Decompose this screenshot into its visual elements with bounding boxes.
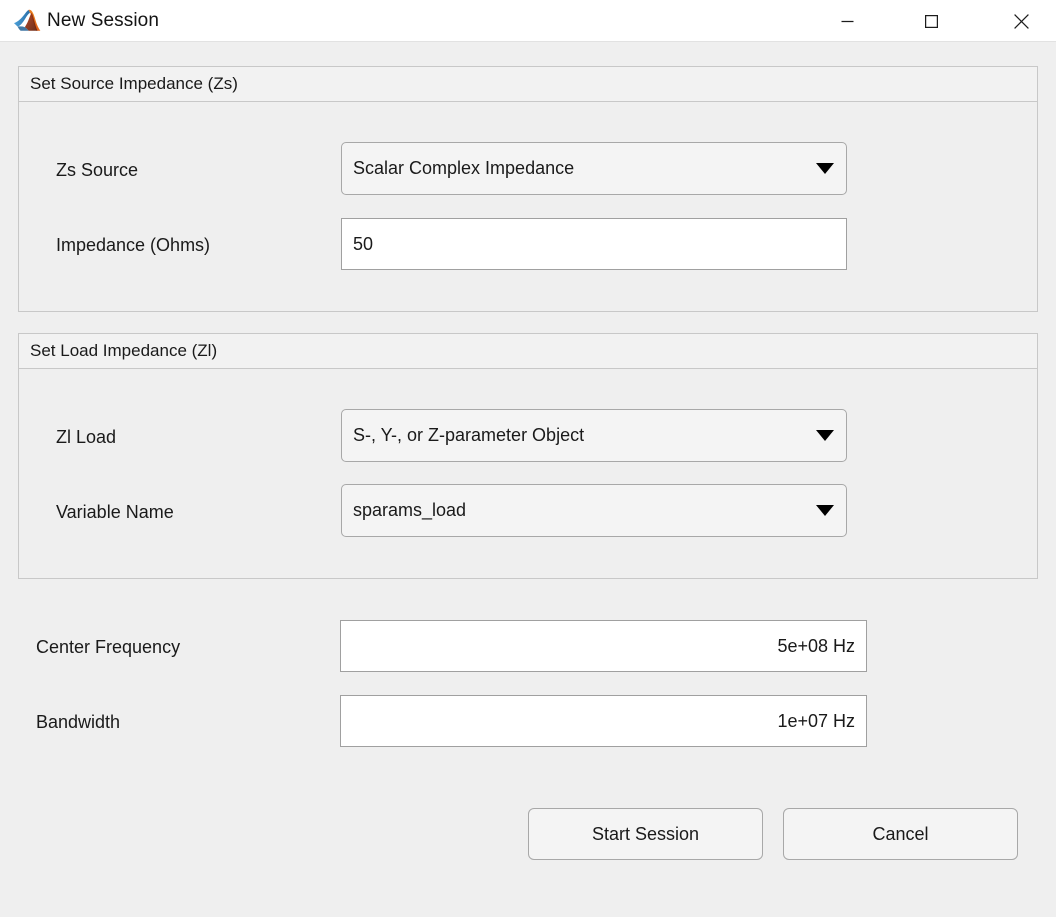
bandwidth-value: 1e+07 Hz (777, 711, 855, 732)
window-title: New Session (47, 10, 159, 32)
center-frequency-input[interactable]: 5e+08 Hz (340, 620, 867, 672)
start-session-button[interactable]: Start Session (528, 808, 763, 860)
chevron-down-icon (816, 430, 834, 441)
bandwidth-input[interactable]: 1e+07 Hz (340, 695, 867, 747)
impedance-ohms-value: 50 (353, 234, 373, 255)
zl-load-dropdown[interactable]: S-, Y-, or Z-parameter Object (341, 409, 847, 462)
load-panel-header: Set Load Impedance (Zl) (19, 334, 1037, 369)
center-frequency-value: 5e+08 Hz (777, 636, 855, 657)
variable-name-label: Variable Name (56, 503, 174, 521)
zs-source-dropdown-value: Scalar Complex Impedance (353, 158, 806, 179)
minimize-icon (841, 15, 854, 28)
close-button[interactable] (998, 0, 1044, 42)
maximize-button[interactable] (908, 0, 954, 42)
chevron-down-icon (816, 505, 834, 516)
chevron-down-icon (816, 163, 834, 174)
source-panel-header: Set Source Impedance (Zs) (19, 67, 1037, 102)
cancel-button[interactable]: Cancel (783, 808, 1018, 860)
window-titlebar: New Session (0, 0, 1056, 42)
zs-source-dropdown[interactable]: Scalar Complex Impedance (341, 142, 847, 195)
minimize-button[interactable] (824, 0, 870, 42)
impedance-ohms-input[interactable]: 50 (341, 218, 847, 270)
matlab-membrane-logo-icon (13, 8, 41, 34)
zl-load-dropdown-value: S-, Y-, or Z-parameter Object (353, 425, 806, 446)
window-controls (824, 0, 1056, 42)
zl-load-label: Zl Load (56, 428, 116, 446)
zs-source-label: Zs Source (56, 161, 138, 179)
impedance-ohms-label: Impedance (Ohms) (56, 236, 210, 254)
bandwidth-label: Bandwidth (36, 713, 120, 731)
variable-name-dropdown[interactable]: sparams_load (341, 484, 847, 537)
variable-name-dropdown-value: sparams_load (353, 500, 806, 521)
close-icon (1014, 14, 1029, 29)
center-frequency-label: Center Frequency (36, 638, 180, 656)
maximize-icon (925, 15, 938, 28)
